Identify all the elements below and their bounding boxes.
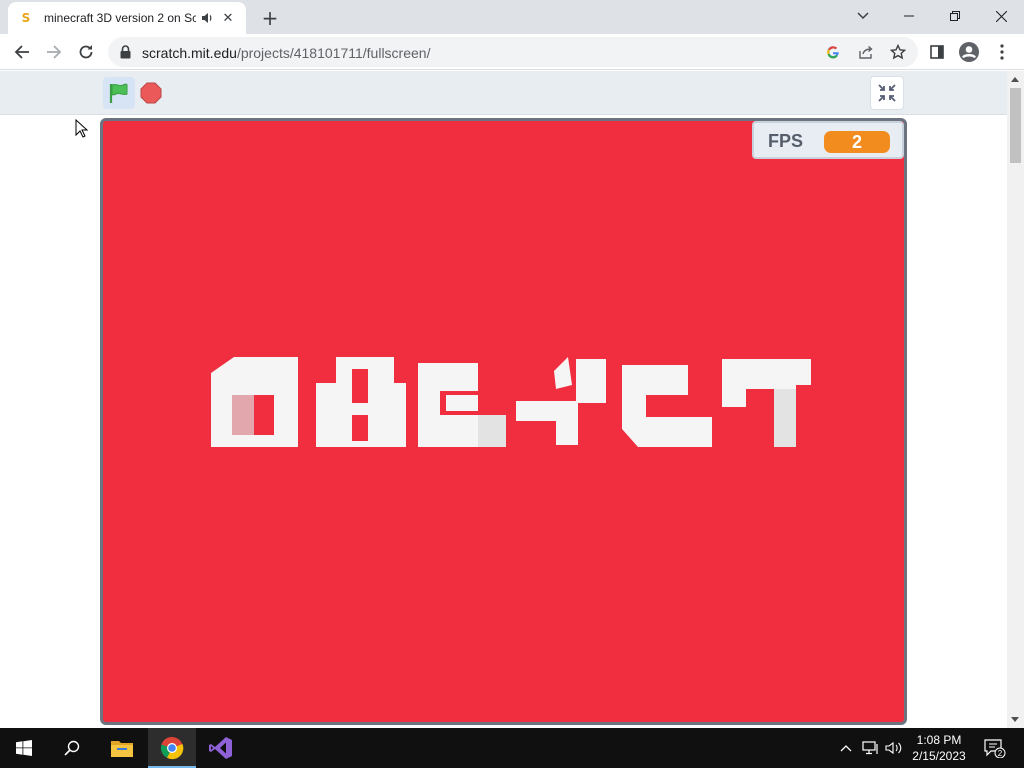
reload-button[interactable] (72, 38, 100, 66)
scroll-up-arrow-icon[interactable] (1011, 77, 1019, 82)
taskbar-clock[interactable]: 1:08 PM 2/15/2023 (904, 732, 974, 764)
restore-icon (950, 11, 960, 21)
scratch-fullscreen-player: FPS 2 (0, 71, 1007, 728)
address-bar[interactable]: scratch.mit.edu/projects/418101711/fulls… (108, 37, 918, 67)
visual-studio-button[interactable] (197, 728, 245, 768)
chevron-down-icon (857, 12, 869, 20)
profile-button[interactable] (955, 38, 983, 66)
chrome-icon (160, 736, 184, 760)
browser-toolbar: scratch.mit.edu/projects/418101711/fulls… (0, 34, 1024, 70)
fps-label: FPS (768, 131, 804, 151)
green-flag-button[interactable] (103, 77, 135, 109)
green-flag-icon (109, 83, 128, 103)
page-scrollbar[interactable] (1007, 71, 1024, 728)
browser-tab[interactable]: S minecraft 3D version 2 on Scratch ✕ (8, 2, 246, 34)
windows-taskbar: 1:08 PM 2/15/2023 2 (0, 728, 1024, 768)
audio-playing-icon[interactable] (200, 11, 214, 25)
mouse-cursor-icon (75, 119, 89, 138)
restore-button[interactable] (932, 0, 978, 32)
chrome-taskbar-button[interactable] (148, 728, 196, 768)
scrollbar-thumb[interactable] (1010, 88, 1021, 163)
side-panel-button[interactable] (923, 38, 951, 66)
stop-button[interactable] (139, 81, 163, 105)
close-icon (995, 10, 1007, 22)
tab-title: minecraft 3D version 2 on Scratch (44, 11, 196, 25)
side-panel-icon (930, 45, 944, 59)
volume-icon (885, 741, 902, 755)
arrow-left-icon (14, 45, 29, 59)
new-tab-button[interactable]: + (258, 6, 282, 30)
windows-start-icon (16, 740, 32, 756)
share-icon[interactable] (856, 42, 876, 62)
show-hidden-icons-button[interactable] (838, 728, 854, 768)
unfullscreen-icon (878, 84, 896, 102)
start-button[interactable] (0, 728, 48, 768)
tab-search-button[interactable] (840, 0, 886, 32)
notification-icon: 2 (984, 739, 1006, 758)
file-explorer-button[interactable] (98, 728, 146, 768)
minimize-icon (904, 15, 914, 17)
scratch-favicon-icon: S (21, 11, 31, 25)
url-text[interactable]: scratch.mit.edu/projects/418101711/fulls… (142, 45, 430, 61)
stage-header (0, 71, 1007, 115)
fps-value: 2 (824, 131, 890, 153)
volume-button[interactable] (884, 728, 904, 768)
search-button[interactable] (48, 728, 96, 768)
action-center-button[interactable]: 2 (980, 728, 1010, 768)
notification-count: 2 (998, 749, 1003, 758)
lock-icon[interactable] (120, 45, 131, 59)
search-icon (64, 740, 80, 756)
bookmark-star-icon[interactable] (888, 42, 908, 62)
file-explorer-icon (111, 741, 133, 757)
network-icon (862, 741, 878, 755)
scroll-down-arrow-icon[interactable] (1011, 717, 1019, 722)
arrow-right-icon (47, 45, 62, 59)
clock-time: 1:08 PM (916, 733, 962, 747)
url-host: scratch.mit.edu (142, 45, 237, 61)
stop-icon (140, 82, 162, 104)
forward-button[interactable] (40, 38, 68, 66)
chrome-menu-button[interactable] (988, 38, 1016, 66)
network-button[interactable] (860, 728, 882, 768)
menu-icon (1000, 44, 1004, 60)
reload-icon (79, 45, 93, 59)
back-button[interactable] (8, 38, 36, 66)
chevron-up-icon (840, 745, 852, 752)
minimize-button[interactable] (886, 0, 932, 32)
google-lens-icon[interactable] (823, 42, 843, 62)
visual-studio-icon (209, 737, 232, 759)
tab-strip: S minecraft 3D version 2 on Scratch ✕ + (0, 0, 1024, 34)
close-window-button[interactable] (978, 0, 1024, 32)
tab-close-icon[interactable]: ✕ (220, 10, 236, 26)
fps-monitor[interactable]: FPS 2 (752, 121, 904, 159)
profile-icon (959, 42, 979, 62)
clock-date: 2/15/2023 (912, 749, 966, 763)
minecraft-logo-image (211, 357, 811, 447)
url-path: /projects/418101711/fullscreen/ (236, 45, 431, 61)
project-stage[interactable]: FPS 2 (100, 118, 907, 725)
unfullscreen-button[interactable] (870, 76, 904, 110)
